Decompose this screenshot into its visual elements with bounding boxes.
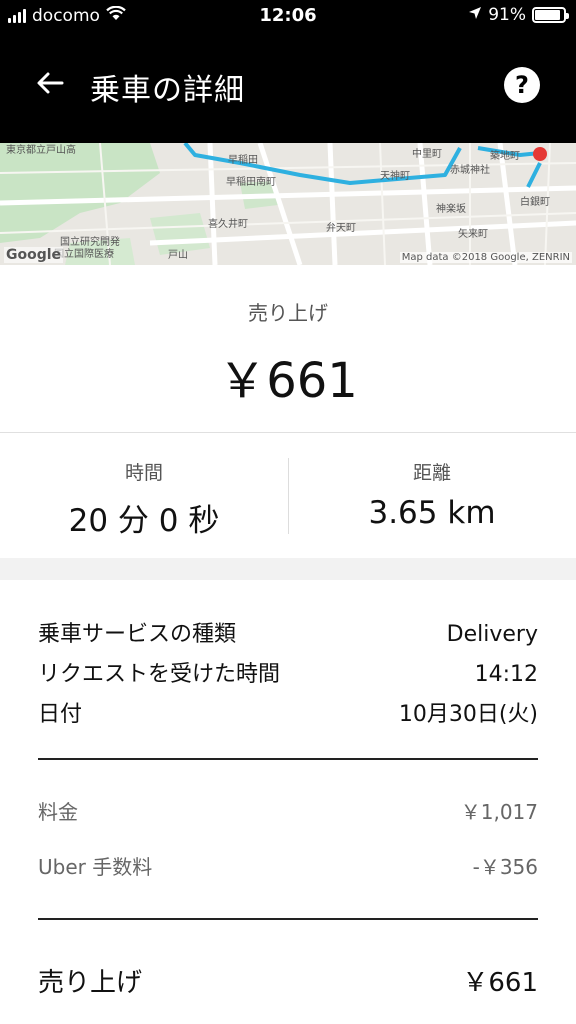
map-label: 神楽坂	[436, 202, 466, 215]
total-row: 売り上げ ￥661	[38, 962, 538, 999]
map-label: 喜久井町	[208, 217, 248, 230]
date-label: 日付	[38, 702, 83, 727]
map-canvas: 早稲田 早稲田南町 天神町 中里町 赤城神社 神楽坂 喜久井町 弁天町 矢来町 …	[0, 143, 576, 265]
total-value: ￥661	[462, 968, 538, 998]
earnings-amount: ￥661	[218, 353, 358, 409]
uber-fee-row: Uber 手数料 -￥356	[38, 851, 538, 880]
fare-label: 料金	[38, 800, 78, 824]
back-button[interactable]	[30, 63, 70, 103]
route-map[interactable]: 早稲田 早稲田南町 天神町 中里町 赤城神社 神楽坂 喜久井町 弁天町 矢来町 …	[0, 143, 576, 265]
request-time-value: 14:12	[474, 662, 538, 687]
map-label: 国立研究開発	[60, 235, 120, 248]
location-arrow-icon	[468, 5, 482, 25]
map-label: 白銀町	[520, 195, 550, 208]
duration-label: 時間	[124, 462, 163, 484]
date-value: 10月30日(火)	[398, 702, 538, 727]
section-gap	[0, 558, 576, 580]
duration-value: 20 分 0 秒	[68, 503, 220, 539]
status-bar: docomo 12:06 91%	[0, 0, 576, 32]
destination-pin-icon	[533, 147, 547, 161]
page-title: 乗車の詳細	[90, 73, 245, 108]
help-button[interactable]: ?	[504, 67, 540, 103]
battery-icon	[532, 7, 569, 23]
duration-stat: 時間 20 分 0 秒	[0, 458, 288, 540]
arrow-left-icon	[37, 72, 64, 94]
map-label: 矢来町	[458, 227, 488, 240]
request-time-row: リクエストを受けた時間 14:12	[38, 656, 538, 688]
divider	[38, 758, 538, 760]
map-label: 天神町	[380, 169, 410, 182]
battery-percent: 91%	[488, 5, 526, 25]
distance-value: 3.65 km	[368, 495, 496, 531]
fare-value: ￥1,017	[460, 800, 538, 824]
earnings-summary: 売り上げ ￥661	[0, 265, 576, 433]
map-label: 戸山	[168, 249, 188, 261]
park-area	[150, 213, 210, 255]
service-type-value: Delivery	[446, 622, 538, 647]
google-logo: Google	[4, 247, 64, 263]
service-type-label: 乗車サービスの種類	[38, 622, 237, 647]
total-label: 売り上げ	[38, 968, 143, 998]
uber-fee-value: -￥356	[472, 855, 538, 879]
fare-row: 料金 ￥1,017	[38, 796, 538, 825]
header: 乗車の詳細 ?	[0, 55, 576, 115]
request-time-label: リクエストを受けた時間	[38, 662, 281, 687]
map-attribution[interactable]: Map data ©2018 Google, ZENRIN	[399, 252, 572, 263]
uber-fee-label: Uber 手数料	[38, 855, 153, 879]
trip-stats: 時間 20 分 0 秒 距離 3.65 km	[0, 434, 576, 558]
date-row: 日付 10月30日(火)	[38, 696, 538, 728]
status-right: 91%	[468, 5, 569, 25]
map-label: 赤城神社	[450, 163, 490, 176]
distance-label: 距離	[412, 462, 451, 484]
top-bar: docomo 12:06 91% 乗車の詳細 ?	[0, 0, 576, 143]
map-label: 中里町	[412, 147, 442, 160]
map-label: 早稲田南町	[226, 175, 276, 188]
earnings-label: 売り上げ	[248, 301, 328, 325]
map-label: 東京都立戸山高	[6, 143, 76, 156]
map-label: 弁天町	[326, 221, 356, 234]
map-label: 早稲田	[228, 154, 258, 166]
distance-stat: 距離 3.65 km	[288, 458, 576, 531]
divider	[38, 918, 538, 920]
map-label: 築地町	[490, 149, 520, 162]
service-type-row: 乗車サービスの種類 Delivery	[38, 616, 538, 648]
